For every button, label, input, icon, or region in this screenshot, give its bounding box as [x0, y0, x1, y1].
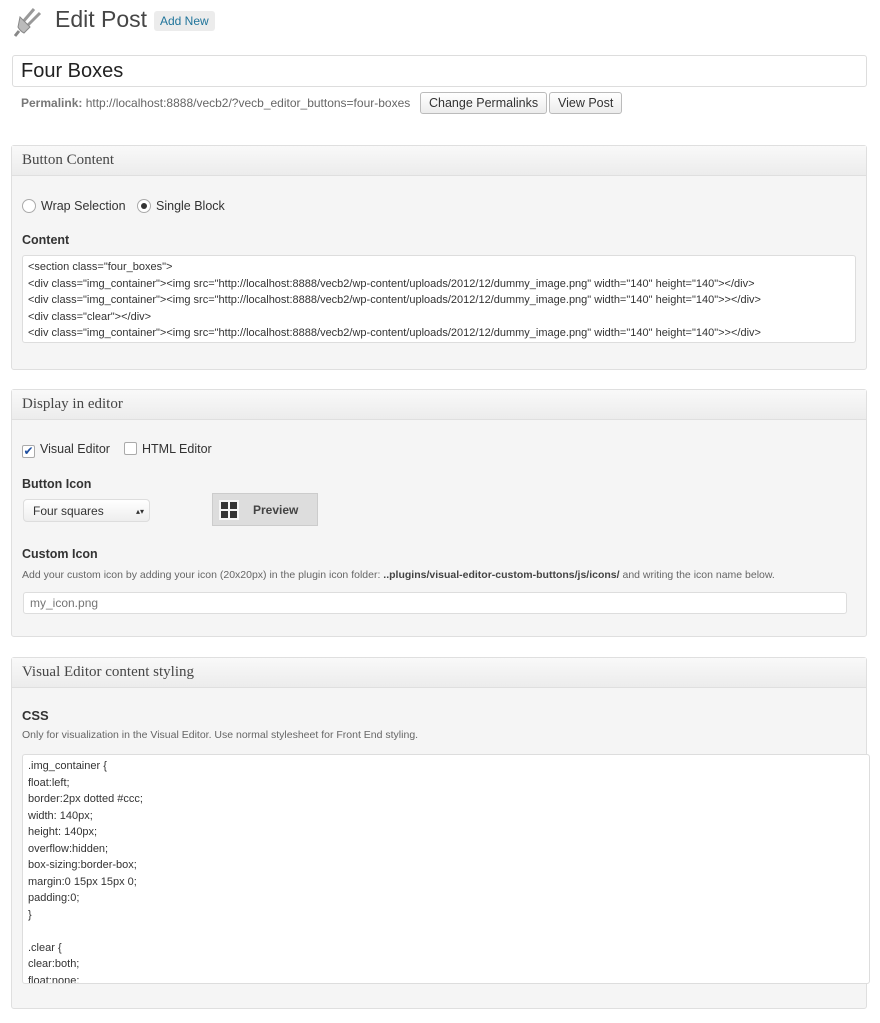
- checkbox-label: HTML Editor: [142, 442, 212, 456]
- select-arrows-icon: ▴▾: [135, 507, 144, 516]
- permalink-label: Permalink:: [21, 96, 83, 110]
- plugin-plug-icon: [14, 8, 42, 37]
- preview-label: Preview: [253, 503, 299, 517]
- radio-selected-icon[interactable]: [137, 199, 151, 213]
- checkbox-label: Visual Editor: [40, 442, 110, 456]
- custom-icon-label: Custom Icon: [22, 547, 98, 561]
- radio-icon[interactable]: [22, 199, 36, 213]
- icon-select-value: Four squares: [33, 504, 104, 518]
- checkbox-icon[interactable]: [124, 442, 137, 455]
- display-in-editor-box: Display in editor ✔ Visual Editor HTML Ed…: [11, 389, 867, 637]
- permalink-url[interactable]: http://localhost:8888/vecb2/?vecb_editor…: [86, 96, 411, 110]
- radio-wrap-selection[interactable]: Wrap Selection: [22, 199, 126, 213]
- four-squares-icon: [219, 500, 239, 520]
- view-post-button[interactable]: View Post: [549, 92, 623, 114]
- add-new-button[interactable]: Add New: [154, 11, 215, 31]
- radio-label: Wrap Selection: [41, 199, 126, 213]
- desc-text: and writing the icon name below.: [619, 569, 775, 581]
- icon-folder-path: ..plugins/visual-editor-custom-buttons/j…: [383, 569, 620, 581]
- content-textarea[interactable]: <section class="four_boxes"> <div class=…: [22, 255, 856, 343]
- change-permalinks-button[interactable]: Change Permalinks: [420, 92, 548, 114]
- icon-select[interactable]: Four squares ▴▾: [23, 499, 150, 522]
- radio-single-block[interactable]: Single Block: [137, 199, 225, 213]
- css-label: CSS: [22, 708, 49, 723]
- permalink: Permalink: http://localhost:8888/vecb2/?…: [21, 96, 410, 110]
- html-editor-checkbox[interactable]: HTML Editor: [124, 442, 212, 456]
- button-content-box: Button Content Wrap Selection Single Blo…: [11, 145, 867, 370]
- css-description: Only for visualization in the Visual Edi…: [22, 729, 419, 741]
- button-icon-label: Button Icon: [22, 477, 92, 491]
- box-heading: Visual Editor content styling: [12, 658, 866, 688]
- content-label: Content: [22, 233, 70, 247]
- desc-text: Add your custom icon by adding your icon…: [22, 569, 384, 581]
- page-title: Edit Post: [55, 6, 148, 32]
- box-heading: Button Content: [12, 146, 866, 176]
- radio-label: Single Block: [156, 199, 225, 213]
- preview-button[interactable]: Preview: [212, 493, 318, 526]
- post-title-input[interactable]: Four Boxes: [12, 55, 867, 87]
- box-heading: Display in editor: [12, 390, 866, 420]
- checkmark-icon[interactable]: ✔: [22, 445, 35, 458]
- content-styling-box: Visual Editor content styling CSS Only f…: [11, 657, 870, 1009]
- custom-icon-input[interactable]: [23, 592, 847, 614]
- visual-editor-checkbox[interactable]: ✔ Visual Editor: [22, 442, 110, 458]
- css-textarea[interactable]: .img_container { float:left; border:2px …: [22, 754, 870, 984]
- custom-icon-description: Add your custom icon by adding your icon…: [22, 569, 775, 581]
